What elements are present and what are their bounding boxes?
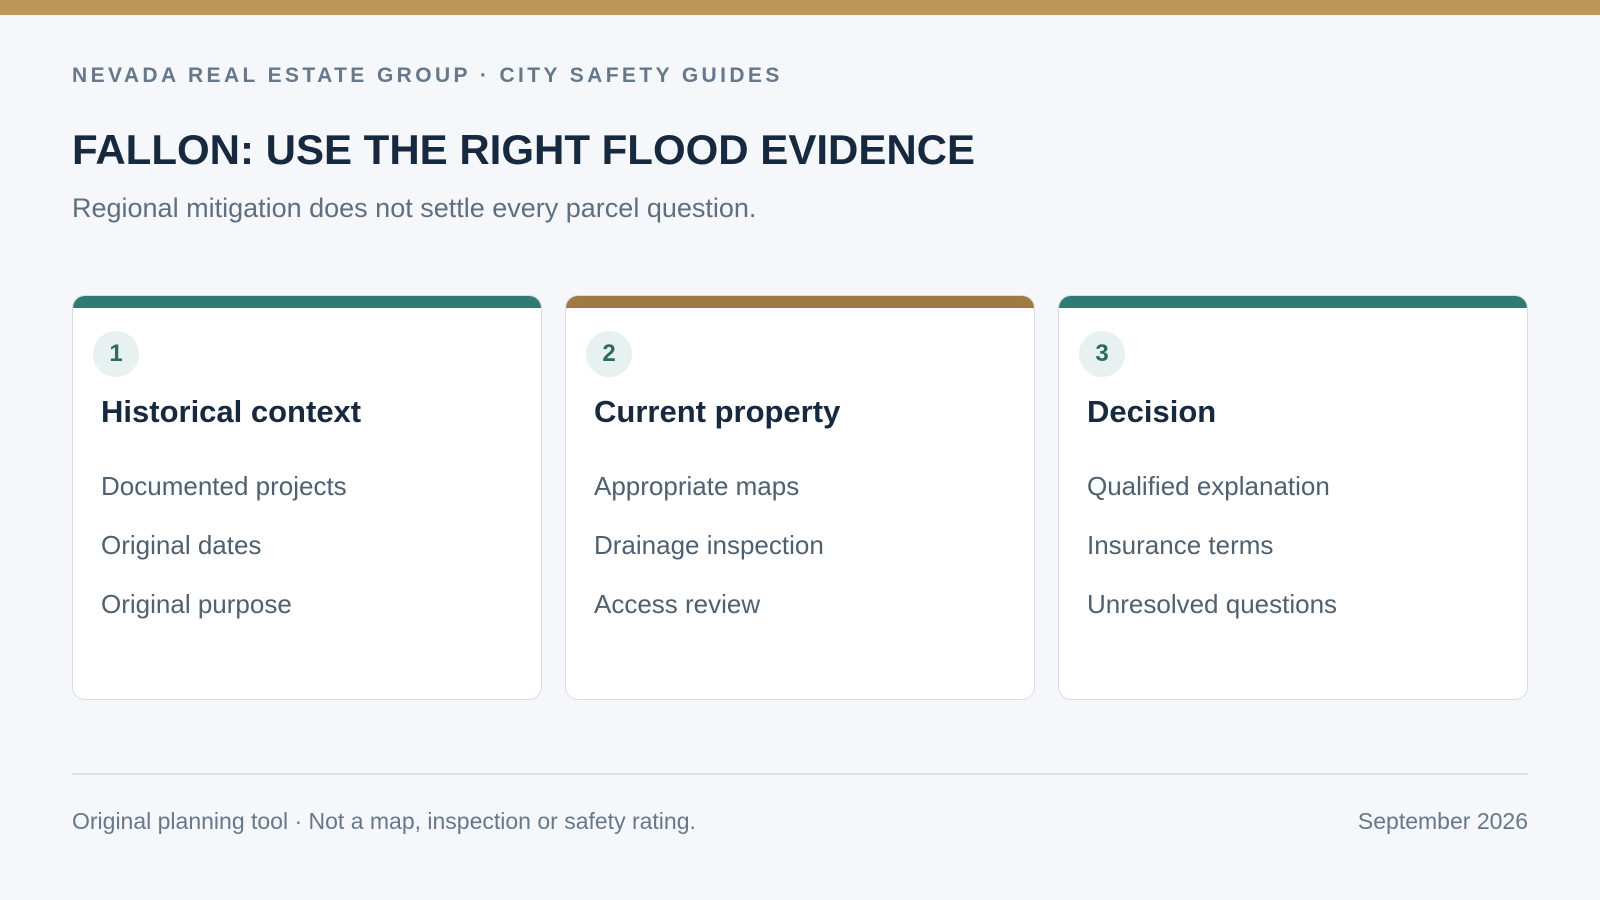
card-list-item: Original purpose: [101, 589, 292, 619]
card-list-item: Unresolved questions: [1087, 589, 1338, 619]
card-accent-bar: [566, 296, 1034, 308]
card-title: Decision: [1087, 394, 1217, 429]
card-list-item: Documented projects: [101, 471, 347, 501]
footer-date: September 2026: [1357, 808, 1528, 834]
card-list-item: Access review: [594, 589, 761, 619]
eyebrow: NEVADA REAL ESTATE GROUP · CITY SAFETY G…: [72, 64, 783, 87]
footer-divider: [72, 773, 1528, 775]
footer-note: Original planning tool · Not a map, insp…: [72, 808, 696, 834]
card-list-item: Appropriate maps: [594, 471, 800, 501]
card-accent-bar: [73, 296, 541, 308]
card-list-item: Original dates: [101, 530, 262, 560]
step-number-badge: 1: [93, 331, 139, 377]
card-list-item: Insurance terms: [1087, 530, 1274, 560]
card-current-property: 2 Current property Appropriate maps Drai…: [565, 295, 1035, 700]
card-historical-context: 1 Historical context Documented projects…: [72, 295, 542, 700]
step-number-badge: 3: [1079, 331, 1125, 377]
step-number-badge: 2: [586, 331, 632, 377]
top-accent-bar: [0, 0, 1600, 15]
page-subtitle: Regional mitigation does not settle ever…: [72, 193, 757, 223]
page-title: FALLON: USE THE RIGHT FLOOD EVIDENCE: [72, 126, 976, 173]
card-title: Current property: [594, 394, 841, 429]
card-decision: 3 Decision Qualified explanation Insuran…: [1058, 295, 1528, 700]
card-title: Historical context: [101, 394, 362, 429]
card-list-item: Drainage inspection: [594, 530, 824, 560]
card-accent-bar: [1059, 296, 1527, 308]
card-list-item: Qualified explanation: [1087, 471, 1330, 501]
